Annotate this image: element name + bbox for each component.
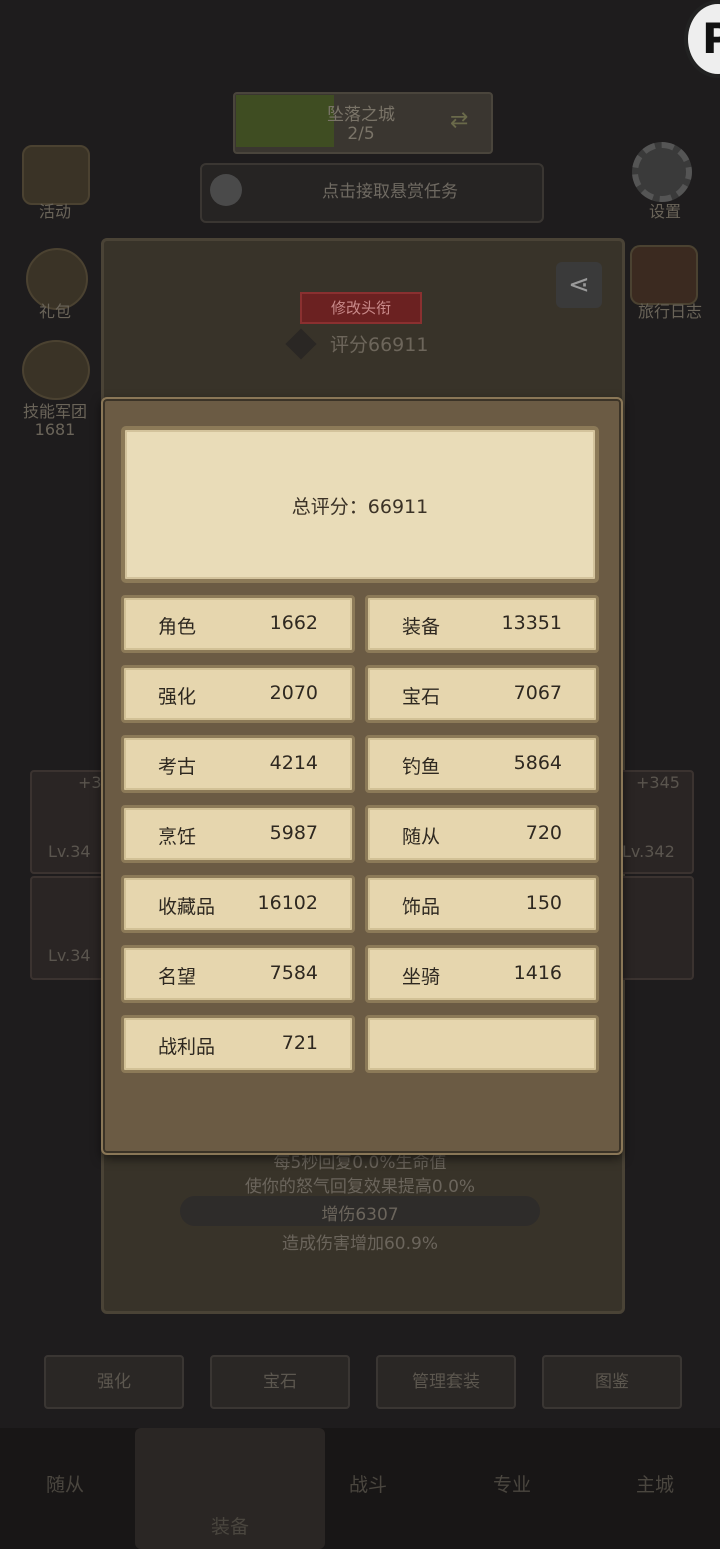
score-item-label: 强化 <box>158 686 197 708</box>
score-item: 装备 13351 <box>365 595 599 653</box>
score-item-label: 名望 <box>158 966 197 988</box>
gear-icon[interactable] <box>632 142 692 202</box>
score-item-label: 钓鱼 <box>402 756 441 778</box>
slot-bonus: +345 <box>636 773 680 792</box>
bounty-icon <box>210 174 242 206</box>
score-item-label: 角色 <box>158 616 197 638</box>
score-item: 烹饪 5987 <box>121 805 355 863</box>
score-item-label: 饰品 <box>402 896 441 918</box>
score-item-value: 5987 <box>269 822 318 844</box>
score-item: 随从 720 <box>365 805 599 863</box>
score-item-value: 16102 <box>257 892 318 914</box>
manage-set-button[interactable]: 管理套装 <box>376 1355 516 1409</box>
score-item: 宝石 7067 <box>365 665 599 723</box>
score-item-label: 装备 <box>402 616 441 638</box>
score-item-value: 2070 <box>269 682 318 704</box>
score-item: 战利品 721 <box>121 1015 355 1073</box>
skull-icon[interactable] <box>22 340 90 400</box>
score-item-label: 收藏品 <box>158 896 216 918</box>
nav-profession[interactable]: 专业 <box>462 1470 562 1497</box>
score-item-value: 5864 <box>513 752 562 774</box>
score-item-value: 721 <box>281 1032 318 1054</box>
score-item-value: 13351 <box>501 612 562 634</box>
score-item: 强化 2070 <box>121 665 355 723</box>
nav-equipment[interactable]: 装备 <box>180 1512 280 1539</box>
slot-level: Lv.34 <box>48 946 91 965</box>
score-item-value: 150 <box>525 892 562 914</box>
score-item-label: 考古 <box>158 756 197 778</box>
activity-label: 活动 <box>38 202 71 221</box>
score-item-value: 4214 <box>269 752 318 774</box>
legion-count: 1681 <box>34 420 76 439</box>
enhance-button[interactable]: 强化 <box>44 1355 184 1409</box>
score-item <box>365 1015 599 1073</box>
score-item-value: 1416 <box>513 962 562 984</box>
score-item-value: 7584 <box>269 962 318 984</box>
score-item: 收藏品 16102 <box>121 875 355 933</box>
nav-city[interactable]: 主城 <box>605 1470 705 1497</box>
settings-label: 设置 <box>648 202 681 221</box>
activity-chest-icon[interactable] <box>22 145 90 205</box>
codex-button[interactable]: 图鉴 <box>542 1355 682 1409</box>
score-item-value: 1662 <box>269 612 318 634</box>
legion-label: 技能军团 <box>22 402 87 421</box>
slot-bonus: +3 <box>78 773 102 792</box>
score-item: 坐骑 1416 <box>365 945 599 1003</box>
score-item-label: 战利品 <box>158 1036 216 1058</box>
score-item-value: 7067 <box>513 682 562 704</box>
stat-damage: 增伤6307 <box>321 1205 399 1225</box>
journal-label: 旅行日志 <box>637 302 702 321</box>
stat-damage-pct: 造成伤害增加60.9% <box>281 1234 438 1254</box>
bounty-text: 点击接取悬赏任务 <box>322 182 458 202</box>
score-item: 角色 1662 <box>121 595 355 653</box>
score-item: 名望 7584 <box>121 945 355 1003</box>
stage-switch-icon[interactable]: ⇄ <box>450 108 468 133</box>
slot-level: Lv.34 <box>48 842 91 861</box>
score-item-value: 720 <box>525 822 562 844</box>
nav-battle[interactable]: 战斗 <box>318 1470 418 1497</box>
score-item-label: 坐骑 <box>402 966 441 988</box>
stat-rage: 使你的怒气回复效果提高0.0% <box>244 1177 476 1197</box>
edit-title-button[interactable]: 修改头衔 <box>300 292 422 324</box>
score-item-label: 烹饪 <box>158 826 197 848</box>
score-item: 饰品 150 <box>365 875 599 933</box>
share-icon[interactable]: ⋖ <box>556 262 602 308</box>
score-item: 考古 4214 <box>121 735 355 793</box>
score-label: 评分66911 <box>330 334 429 356</box>
gift-label: 礼包 <box>38 302 71 321</box>
score-item-label: 宝石 <box>402 686 441 708</box>
nav-followers[interactable]: 随从 <box>15 1470 115 1497</box>
gem-button[interactable]: 宝石 <box>210 1355 350 1409</box>
slot-level: Lv.342 <box>622 842 675 861</box>
score-item-label: 随从 <box>402 826 441 848</box>
score-item: 钓鱼 5864 <box>365 735 599 793</box>
total-score-label: 总评分：66911 <box>291 496 429 518</box>
book-icon[interactable] <box>630 245 698 305</box>
